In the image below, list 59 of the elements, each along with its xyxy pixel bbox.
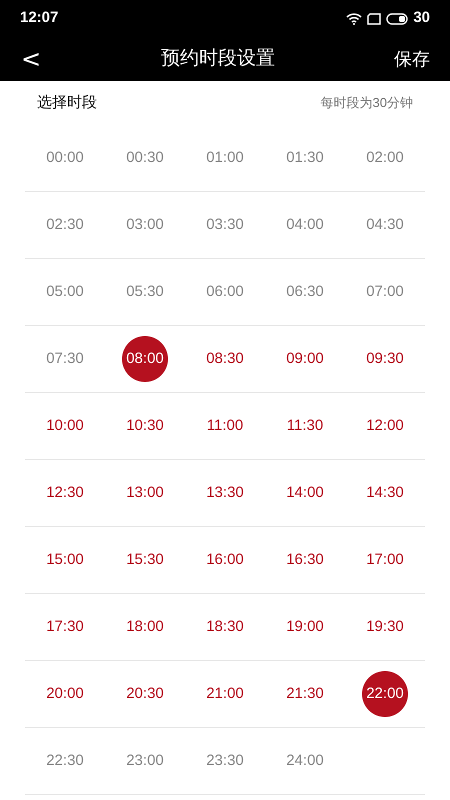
time-slot[interactable]: 04:30 [362,202,408,248]
time-slot[interactable]: 02:30 [42,202,88,248]
time-slot[interactable]: 00:30 [122,135,168,181]
time-slot[interactable]: 01:00 [202,135,248,181]
time-slot[interactable]: 00:00 [42,135,88,181]
time-slot[interactable]: 05:30 [122,269,168,315]
time-slot[interactable]: 18:30 [202,604,248,650]
time-slot[interactable]: 05:00 [42,269,88,315]
time-slot[interactable]: 18:00 [122,604,168,650]
battery-icon [386,12,408,24]
time-slot[interactable]: 20:30 [122,671,168,717]
section-title: 选择时段 [37,92,97,113]
time-slot[interactable]: 10:30 [122,403,168,449]
time-slot[interactable]: 09:00 [282,336,328,382]
time-slot[interactable]: 22:00 [362,671,408,717]
back-button[interactable]: < [20,41,42,77]
time-slot[interactable]: 04:00 [282,202,328,248]
time-slot[interactable]: 08:00 [122,336,168,382]
time-slot[interactable]: 07:30 [42,336,88,382]
time-slot[interactable]: 14:30 [362,470,408,516]
status-time: 12:07 [20,8,58,28]
time-slot[interactable]: 03:00 [122,202,168,248]
save-button[interactable]: 保存 [394,46,430,72]
time-slot[interactable]: 06:00 [202,269,248,315]
time-slot[interactable]: 16:00 [202,537,248,583]
time-slot[interactable]: 15:00 [42,537,88,583]
time-slot[interactable]: 07:00 [362,269,408,315]
time-slot[interactable]: 17:00 [362,537,408,583]
time-slot[interactable]: 06:30 [282,269,328,315]
page-title: 预约时段设置 [161,46,275,71]
time-slot[interactable]: 23:30 [202,738,248,784]
time-slot[interactable]: 11:00 [202,403,248,449]
time-slot[interactable]: 23:00 [122,738,168,784]
time-slot[interactable]: 21:00 [202,671,248,717]
time-slot[interactable]: 16:30 [282,537,328,583]
time-slot[interactable]: 11:30 [282,403,328,449]
time-slot[interactable]: 12:00 [362,403,408,449]
time-slot[interactable]: 13:30 [202,470,248,516]
time-slot[interactable]: 21:30 [282,671,328,717]
time-slot[interactable]: 22:30 [42,738,88,784]
time-slot[interactable]: 14:00 [282,470,328,516]
wifi-icon [346,12,362,25]
battery-level: 30 [413,8,430,28]
time-slot[interactable]: 19:30 [362,604,408,650]
time-slot[interactable]: 08:30 [202,336,248,382]
time-slot[interactable]: 15:30 [122,537,168,583]
time-slot[interactable]: 12:30 [42,470,88,516]
time-slot[interactable]: 01:30 [282,135,328,181]
time-slot[interactable]: 24:00 [282,738,328,784]
sim-icon [367,12,382,24]
time-slot[interactable]: 19:00 [282,604,328,650]
time-slot[interactable]: 20:00 [42,671,88,717]
time-slot[interactable]: 02:00 [362,135,408,181]
time-slot[interactable]: 10:00 [42,403,88,449]
time-slot[interactable]: 13:00 [122,470,168,516]
slot-note: 每时段为30分钟 [320,94,413,112]
time-slot[interactable]: 03:30 [202,202,248,248]
time-slot[interactable]: 17:30 [42,604,88,650]
time-slot[interactable]: 09:30 [362,336,408,382]
